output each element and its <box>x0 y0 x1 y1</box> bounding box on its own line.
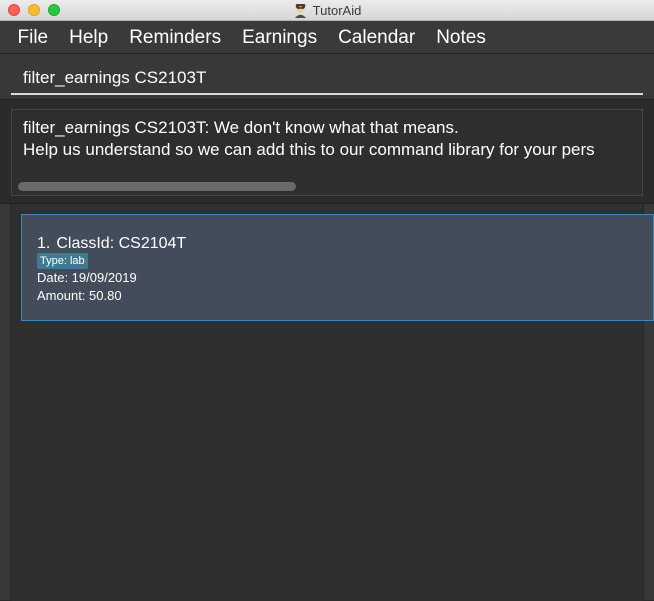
result-message-line: filter_earnings CS2103T: We don't know w… <box>23 118 459 137</box>
command-input[interactable] <box>11 62 643 95</box>
menu-file[interactable]: File <box>7 21 59 54</box>
menu-help[interactable]: Help <box>59 21 119 54</box>
window-titlebar[interactable]: TutorAid <box>0 0 654 21</box>
window-title-group: TutorAid <box>0 0 654 20</box>
earnings-card-header: 1. ClassId: CS2104T <box>37 235 186 253</box>
window-title: TutorAid <box>312 2 362 18</box>
earnings-card[interactable]: 1. ClassId: CS2104T Type: lab Date: 19/09… <box>21 214 654 321</box>
menu-calendar[interactable]: Calendar <box>328 21 426 54</box>
menu-bar: File Help Reminders Earnings Calendar No… <box>0 21 654 54</box>
earnings-index: 1. <box>37 235 51 252</box>
type-tag: Type: lab <box>37 253 88 269</box>
menu-reminders[interactable]: Reminders <box>119 21 232 54</box>
result-display[interactable]: filter_earnings CS2103T: We don't know w… <box>11 109 643 196</box>
earnings-amount: Amount: 50.80 <box>37 288 122 303</box>
earnings-list[interactable]: 1. ClassId: CS2104T Type: lab Date: 19/09… <box>10 204 654 601</box>
earnings-class-id: ClassId: CS2104T <box>56 235 187 252</box>
earnings-list-panel: 1. ClassId: CS2104T Type: lab Date: 19/09… <box>0 203 654 601</box>
result-horizontal-scrollbar[interactable] <box>18 182 296 191</box>
menu-earnings[interactable]: Earnings <box>232 21 328 54</box>
command-box <box>0 54 654 100</box>
result-message-line: Help us understand so we can add this to… <box>23 140 595 159</box>
menu-notes[interactable]: Notes <box>426 21 497 54</box>
earnings-date: Date: 19/09/2019 <box>37 270 137 285</box>
tutoraid-icon <box>294 3 306 18</box>
